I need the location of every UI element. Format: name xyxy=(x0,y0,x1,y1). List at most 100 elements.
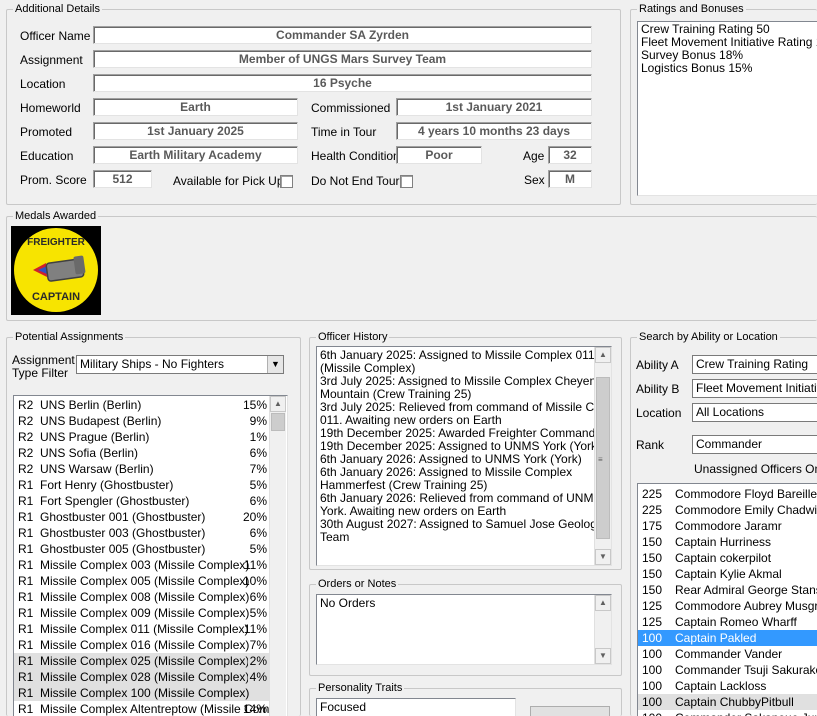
assignment-row[interactable]: R1 Missile Complex 025 (Missile Complex) 2… xyxy=(14,653,271,669)
assignment-rank: R1 xyxy=(18,654,34,668)
assignment-rank: R1 xyxy=(18,558,34,572)
assignment-percent: 6% xyxy=(249,446,267,460)
ability-b-select[interactable]: Fleet Movement Initiative xyxy=(692,379,817,398)
orders-box[interactable]: No Orders ▲ ▼ xyxy=(316,594,612,665)
ability-a-select[interactable]: Crew Training Rating xyxy=(692,355,817,374)
officer-result-row[interactable]: 150 Rear Admiral George Stansbery xyxy=(638,582,817,598)
scroll-grip-icon: ≡ xyxy=(598,455,603,464)
assignment-row[interactable]: R1 Fort Henry (Ghostbuster) 5% xyxy=(14,477,271,493)
assignment-percent: 6% xyxy=(249,526,267,540)
age-label: Age xyxy=(523,149,545,163)
officer-result-row[interactable]: 100 Commander Sakanoue Junko xyxy=(638,710,817,716)
history-scrollbar[interactable]: ▲ ≡ ▼ xyxy=(594,347,611,565)
commissioned-label: Commissioned xyxy=(311,101,391,115)
assignment-row[interactable]: R1 Missile Complex 008 (Missile Complex) 6… xyxy=(14,589,271,605)
assignment-row[interactable]: R2 UNS Budapest (Berlin) 9% xyxy=(14,413,271,429)
assignment-name: Ghostbuster 001 (Ghostbuster) xyxy=(40,510,206,524)
commissioned-field[interactable]: 1st January 2021 xyxy=(396,98,592,116)
officer-history-box[interactable]: 6th January 2025: Assigned to Missile Co… xyxy=(316,346,612,566)
rank-select[interactable]: Commander xyxy=(692,435,817,454)
assignment-row[interactable]: R1 Ghostbuster 005 (Ghostbuster) 5% xyxy=(14,541,271,557)
assignment-rank: R1 xyxy=(18,606,34,620)
officer-result-row[interactable]: 225 Commodore Emily Chadwick xyxy=(638,502,817,518)
assignment-percent: 6% xyxy=(249,590,267,604)
assignment-rank: R2 xyxy=(18,430,34,444)
officer-result-row[interactable]: 150 Captain cokerpilot xyxy=(638,550,817,566)
search-results-list[interactable]: 225 Commodore Floyd Bareilles 225 Commodore… xyxy=(637,483,817,716)
assignment-rank: R2 xyxy=(18,414,34,428)
potential-assignments-list[interactable]: R2 UNS Berlin (Berlin) 15% R2 UNS Budapest (… xyxy=(13,395,288,716)
time-in-tour-field[interactable]: 4 years 10 months 23 days xyxy=(396,122,592,140)
assignment-row[interactable]: R1 Missile Complex Altentreptow (Missile … xyxy=(14,701,271,716)
assignment-field[interactable]: Member of UNGS Mars Survey Team xyxy=(93,50,592,68)
scroll-up-icon[interactable]: ▲ xyxy=(270,396,286,412)
unassigned-only-label[interactable]: Unassigned Officers Only xyxy=(694,461,817,477)
assignment-name: Missile Complex 100 (Missile Complex) xyxy=(40,686,250,700)
officer-result-row[interactable]: 100 Captain ChubbyPitbull xyxy=(638,694,817,710)
assignment-row[interactable]: R1 Missile Complex 011 (Missile Complex) 1… xyxy=(14,621,271,637)
assignment-rank: R1 xyxy=(18,670,34,684)
assignment-row[interactable]: R1 Missile Complex 100 (Missile Complex) xyxy=(14,685,271,701)
promoted-field[interactable]: 1st January 2025 xyxy=(93,122,298,140)
scroll-down-icon[interactable]: ▼ xyxy=(595,648,611,664)
officer-result-row[interactable]: 125 Captain Romeo Wharff xyxy=(638,614,817,630)
assignment-percent: 20% xyxy=(242,510,267,524)
officer-result-row[interactable]: 100 Commander Tsuji Sakurako xyxy=(638,662,817,678)
chevron-down-icon[interactable]: ▼ xyxy=(267,356,283,373)
potential-assignments-title: Potential Assignments xyxy=(13,330,126,344)
officer-result-row[interactable]: 225 Commodore Floyd Bareilles xyxy=(638,486,817,502)
officer-name: Captain ChubbyPitbull xyxy=(675,695,794,709)
officer-result-row[interactable]: 100 Captain Pakled xyxy=(638,630,817,646)
assignment-row[interactable]: R2 UNS Berlin (Berlin) 15% xyxy=(14,397,271,413)
assignment-filter-label-2: Type Filter xyxy=(12,366,69,380)
assignment-row[interactable]: R2 UNS Sofia (Berlin) 6% xyxy=(14,445,271,461)
assignment-name: Ghostbuster 003 (Ghostbuster) xyxy=(40,526,206,540)
ratings-title: Ratings and Bonuses xyxy=(637,2,746,16)
officer-name: Commodore Jaramr xyxy=(675,519,782,533)
officer-result-row[interactable]: 150 Captain Hurriness xyxy=(638,534,817,550)
assignment-name: Missile Complex 009 (Missile Complex) xyxy=(40,606,250,620)
assignment-name: UNS Warsaw (Berlin) xyxy=(40,462,154,476)
health-field[interactable]: Poor xyxy=(396,146,482,164)
sex-field[interactable]: M xyxy=(548,170,592,188)
not-end-tour-checkbox[interactable] xyxy=(400,175,413,188)
scroll-up-icon[interactable]: ▲ xyxy=(595,595,611,611)
scroll-thumb[interactable] xyxy=(271,413,285,431)
pickup-label: Available for Pick Up xyxy=(173,174,284,188)
assignment-row[interactable]: R1 Missile Complex 016 (Missile Complex) 7… xyxy=(14,637,271,653)
scroll-down-icon[interactable]: ▼ xyxy=(595,549,611,565)
prom-score-field[interactable]: 512 xyxy=(93,170,152,188)
potential-scrollbar[interactable]: ▲ xyxy=(269,396,286,716)
officer-name: Captain Kylie Akmal xyxy=(675,567,782,581)
officer-result-row[interactable]: 150 Captain Kylie Akmal xyxy=(638,566,817,582)
assignment-name: UNS Budapest (Berlin) xyxy=(40,414,162,428)
officer-name-field[interactable]: Commander SA Zyrden xyxy=(93,26,592,44)
location-field[interactable]: 16 Psyche xyxy=(93,74,592,92)
age-field[interactable]: 32 xyxy=(548,146,592,164)
education-field[interactable]: Earth Military Academy xyxy=(93,146,298,164)
assignment-row[interactable]: R1 Missile Complex 028 (Missile Complex) 4… xyxy=(14,669,271,685)
personality-action-button[interactable] xyxy=(530,706,610,716)
assignment-row[interactable]: R1 Missile Complex 009 (Missile Complex) 5… xyxy=(14,605,271,621)
assignment-row[interactable]: R1 Ghostbuster 001 (Ghostbuster) 20% xyxy=(14,509,271,525)
assignment-row[interactable]: R1 Ghostbuster 003 (Ghostbuster) 6% xyxy=(14,525,271,541)
homeworld-field[interactable]: Earth xyxy=(93,98,298,116)
officer-result-row[interactable]: 100 Commander Vander xyxy=(638,646,817,662)
assignment-row[interactable]: R2 UNS Warsaw (Berlin) 7% xyxy=(14,461,271,477)
officer-score: 125 xyxy=(642,599,663,613)
assignment-row[interactable]: R2 UNS Prague (Berlin) 1% xyxy=(14,429,271,445)
search-location-select[interactable]: All Locations xyxy=(692,403,817,422)
assignment-row[interactable]: R1 Missile Complex 005 (Missile Complex) 1… xyxy=(14,573,271,589)
assignment-row[interactable]: R1 Fort Spengler (Ghostbuster) 6% xyxy=(14,493,271,509)
assignment-percent: 9% xyxy=(249,414,267,428)
officer-result-row[interactable]: 125 Commodore Aubrey Musgrove xyxy=(638,598,817,614)
officer-result-row[interactable]: 175 Commodore Jaramr xyxy=(638,518,817,534)
assignment-type-filter-select[interactable]: Military Ships - No Fighters ▼ xyxy=(76,355,284,374)
freighter-captain-medal[interactable]: FREIGHTER CAPTAIN xyxy=(11,226,101,315)
scroll-up-icon[interactable]: ▲ xyxy=(595,347,611,363)
assignment-row[interactable]: R1 Missile Complex 003 (Missile Complex) 1… xyxy=(14,557,271,573)
ability-b-label: Ability B xyxy=(636,382,680,396)
orders-scrollbar[interactable]: ▲ ▼ xyxy=(594,595,611,664)
pickup-checkbox[interactable] xyxy=(280,175,293,188)
officer-result-row[interactable]: 100 Captain Lackloss xyxy=(638,678,817,694)
